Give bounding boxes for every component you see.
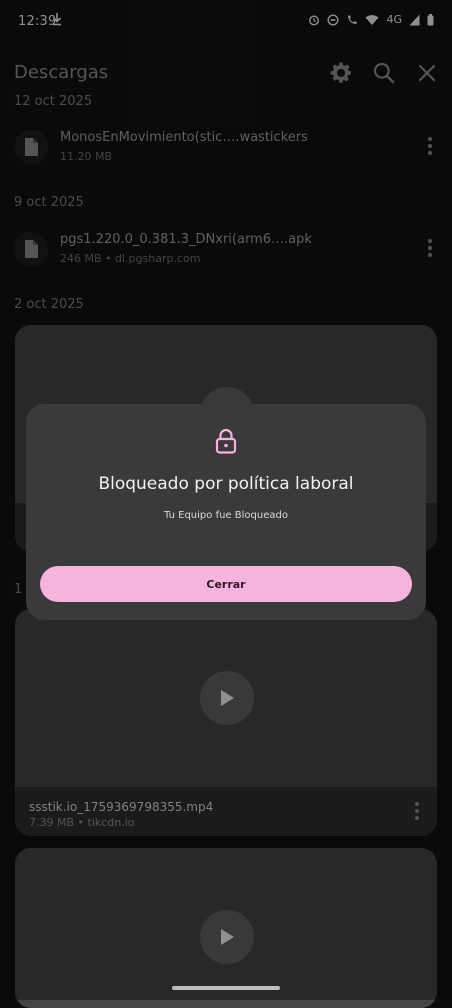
close-button[interactable]: Cerrar: [40, 566, 412, 602]
dialog-message: Tu Equipo fue Bloqueado: [164, 510, 288, 521]
navigation-handle[interactable]: [172, 986, 280, 990]
blocked-dialog: Bloqueado por política laboral Tu Equipo…: [26, 404, 426, 620]
lock-icon: [215, 428, 237, 454]
downloads-screen: 12:39 4G Descargas 12 oct 2025 MonosEnMo…: [0, 0, 452, 1008]
dialog-title: Bloqueado por política laboral: [98, 474, 354, 494]
